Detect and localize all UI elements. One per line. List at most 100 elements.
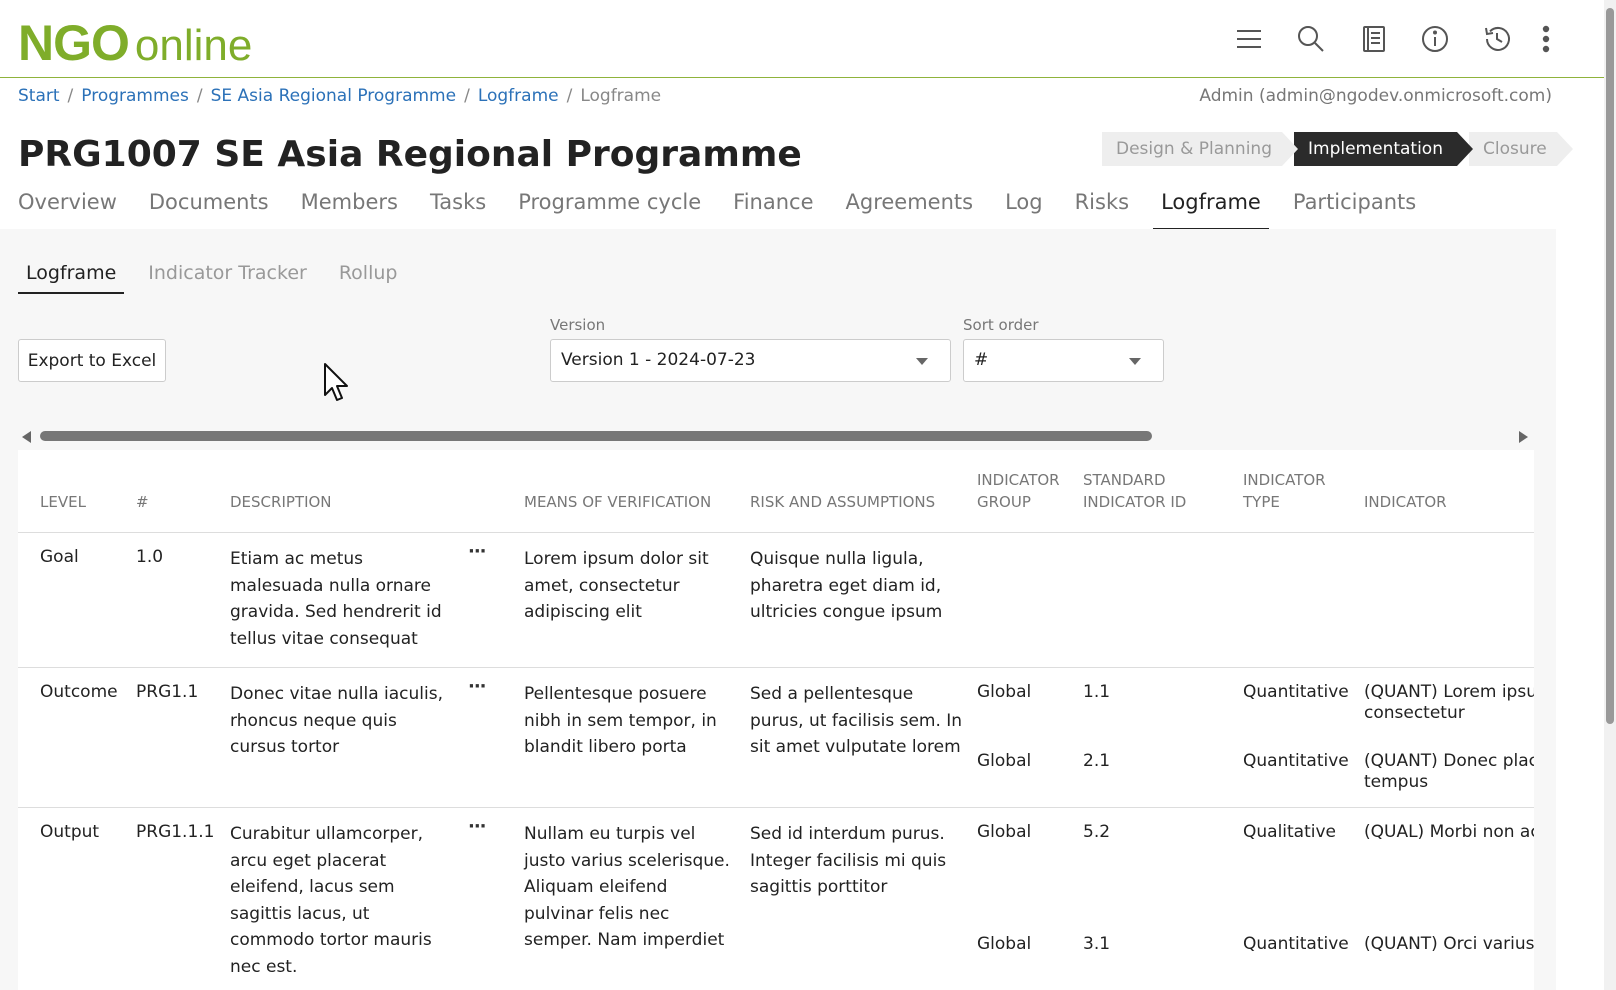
breadcrumb-start[interactable]: Start: [18, 86, 60, 106]
breadcrumb-programme[interactable]: SE Asia Regional Programme: [211, 86, 456, 106]
stage-progress: Design & Planning Implementation Closure: [1102, 132, 1573, 166]
breadcrumb-separator: /: [566, 86, 573, 106]
col-level[interactable]: LEVEL: [40, 491, 86, 513]
user-info[interactable]: Admin (admin@ngodev.onmicrosoft.com): [1199, 86, 1552, 106]
table-row[interactable]: Outcome PRG1.1 Donec vitae nulla iaculis…: [18, 668, 1534, 808]
tab-log[interactable]: Log: [1005, 190, 1043, 229]
indicator-group: Global: [977, 822, 1032, 842]
col-description[interactable]: DESCRIPTION: [230, 491, 332, 513]
indicator-text[interactable]: (QUAL) Morbi non acc: [1364, 822, 1534, 843]
standard-indicator-id: 1.1: [1083, 682, 1111, 702]
tab-programme-cycle[interactable]: Programme cycle: [518, 190, 701, 229]
indicator-line2: tempus: [1364, 772, 1429, 792]
standard-indicator-id: 2.1: [1083, 751, 1111, 771]
tab-members[interactable]: Members: [301, 190, 398, 229]
row-risk-assumptions: Quisque nulla ligula, pharetra eget diam…: [750, 549, 943, 622]
row-menu-icon[interactable]: ···: [468, 676, 486, 697]
row-means-of-verification: Lorem ipsum dolor sit amet, consectetur …: [524, 549, 709, 622]
tab-tasks[interactable]: Tasks: [430, 190, 486, 229]
scrollbar-thumb[interactable]: [1606, 8, 1614, 724]
sort-order-label: Sort order: [963, 316, 1039, 334]
stage-design-planning[interactable]: Design & Planning: [1102, 132, 1298, 166]
indicator-text[interactable]: (QUANT) Lorem ipsum consectetur: [1364, 682, 1534, 724]
indicator-group: Global: [977, 682, 1032, 702]
mouse-cursor-icon: [324, 363, 348, 401]
col-standard-indicator-id[interactable]: STANDARD INDICATOR ID: [1083, 469, 1186, 513]
row-risk-assumptions: Sed id interdum purus. Integer facilisis…: [750, 824, 947, 897]
logo-sub: online: [134, 21, 253, 70]
app-logo[interactable]: NGO online: [18, 14, 252, 72]
breadcrumb-separator: /: [464, 86, 470, 106]
indicator-group: Global: [977, 934, 1032, 954]
col-indicator-type-line2: TYPE: [1243, 493, 1280, 511]
breadcrumb: Start / Programmes / SE Asia Regional Pr…: [18, 86, 661, 106]
stage-closure[interactable]: Closure: [1469, 132, 1573, 166]
scrollbar-thumb[interactable]: [40, 431, 1152, 441]
version-label: Version: [550, 316, 606, 334]
row-menu-icon[interactable]: ···: [468, 541, 486, 562]
row-number: PRG1.1.1: [136, 822, 215, 842]
col-indicator-group-line2: GROUP: [977, 493, 1031, 511]
notebook-icon[interactable]: [1342, 18, 1404, 60]
export-to-excel-button[interactable]: Export to Excel: [18, 339, 166, 382]
more-vertical-icon[interactable]: [1528, 18, 1564, 60]
tab-documents[interactable]: Documents: [149, 190, 269, 229]
info-icon[interactable]: [1404, 18, 1466, 60]
tab-finance[interactable]: Finance: [733, 190, 813, 229]
col-indicator-group-line1: INDICATOR: [977, 471, 1060, 489]
col-indicator-type-line1: INDICATOR: [1243, 471, 1326, 489]
subtab-rollup[interactable]: Rollup: [331, 262, 406, 294]
indicator-text[interactable]: (QUANT) Orci varius n: [1364, 934, 1534, 955]
indicator-text[interactable]: (QUANT) Donec place tempus: [1364, 751, 1534, 793]
search-icon[interactable]: [1280, 18, 1342, 60]
scroll-right-icon[interactable]: [1519, 431, 1528, 443]
row-description: Etiam ac metus malesuada nulla ornare gr…: [230, 549, 442, 649]
main-tabs: Overview Documents Members Tasks Program…: [18, 190, 1534, 230]
tab-logframe[interactable]: Logframe: [1153, 190, 1269, 230]
subtab-indicator-tracker[interactable]: Indicator Tracker: [140, 262, 315, 294]
row-menu-icon[interactable]: ···: [468, 816, 486, 837]
version-select[interactable]: Version 1 - 2024-07-23: [550, 339, 951, 382]
scroll-left-icon[interactable]: [22, 431, 31, 443]
col-risk-assumptions[interactable]: RISK AND ASSUMPTIONS: [750, 491, 935, 513]
indicator-line1: (QUANT) Donec place: [1364, 751, 1534, 771]
stage-implementation[interactable]: Implementation: [1294, 132, 1473, 166]
col-indicator-group[interactable]: INDICATOR GROUP: [977, 469, 1060, 513]
col-standard-indicator-id-line2: INDICATOR ID: [1083, 493, 1187, 511]
page-title: PRG1007 SE Asia Regional Programme: [18, 134, 802, 175]
indicator-line1: (QUANT) Lorem ipsum: [1364, 682, 1534, 702]
tab-participants[interactable]: Participants: [1293, 190, 1416, 229]
history-icon[interactable]: [1466, 18, 1528, 60]
indicator-type: Quantitative: [1243, 751, 1349, 771]
tab-agreements[interactable]: Agreements: [846, 190, 974, 229]
breadcrumb-logframe[interactable]: Logframe: [478, 86, 559, 106]
col-indicator-type[interactable]: INDICATOR TYPE: [1243, 469, 1326, 513]
standard-indicator-id: 5.2: [1083, 822, 1111, 842]
breadcrumb-programmes[interactable]: Programmes: [81, 86, 189, 106]
sort-order-select[interactable]: #: [963, 339, 1164, 382]
subtab-logframe[interactable]: Logframe: [18, 262, 125, 294]
standard-indicator-id: 3.1: [1083, 934, 1111, 954]
tab-risks[interactable]: Risks: [1075, 190, 1129, 229]
row-means-of-verification: Nullam eu turpis vel justo varius sceler…: [524, 824, 730, 950]
col-number[interactable]: #: [136, 491, 149, 513]
row-level: Goal: [40, 547, 79, 567]
breadcrumb-current: Logframe: [580, 86, 662, 106]
indicator-group: Global: [977, 751, 1032, 771]
table-row[interactable]: Output PRG1.1.1 Curabitur ullamcorper, a…: [18, 808, 1534, 990]
vertical-scrollbar[interactable]: [1604, 0, 1616, 990]
app-header: NGO online: [0, 0, 1604, 78]
tab-overview[interactable]: Overview: [18, 190, 117, 229]
version-value: Version 1 - 2024-07-23: [561, 350, 756, 370]
row-means-of-verification: Pellentesque posuere nibh in sem tempor,…: [524, 684, 717, 757]
row-description: Donec vitae nulla iaculis, rhoncus neque…: [230, 684, 443, 757]
logframe-table: LEVEL # DESCRIPTION MEANS OF VERIFICATIO…: [18, 450, 1534, 990]
table-row[interactable]: Goal 1.0 Etiam ac metus malesuada nulla …: [18, 533, 1534, 668]
horizontal-scrollbar[interactable]: [18, 427, 1534, 445]
row-number: 1.0: [136, 547, 164, 567]
col-means-of-verification[interactable]: MEANS OF VERIFICATION: [524, 491, 711, 513]
row-number: PRG1.1: [136, 682, 199, 702]
menu-icon[interactable]: [1218, 18, 1280, 60]
col-standard-indicator-id-line1: STANDARD: [1083, 471, 1166, 489]
col-indicator[interactable]: INDICATOR: [1364, 491, 1447, 513]
